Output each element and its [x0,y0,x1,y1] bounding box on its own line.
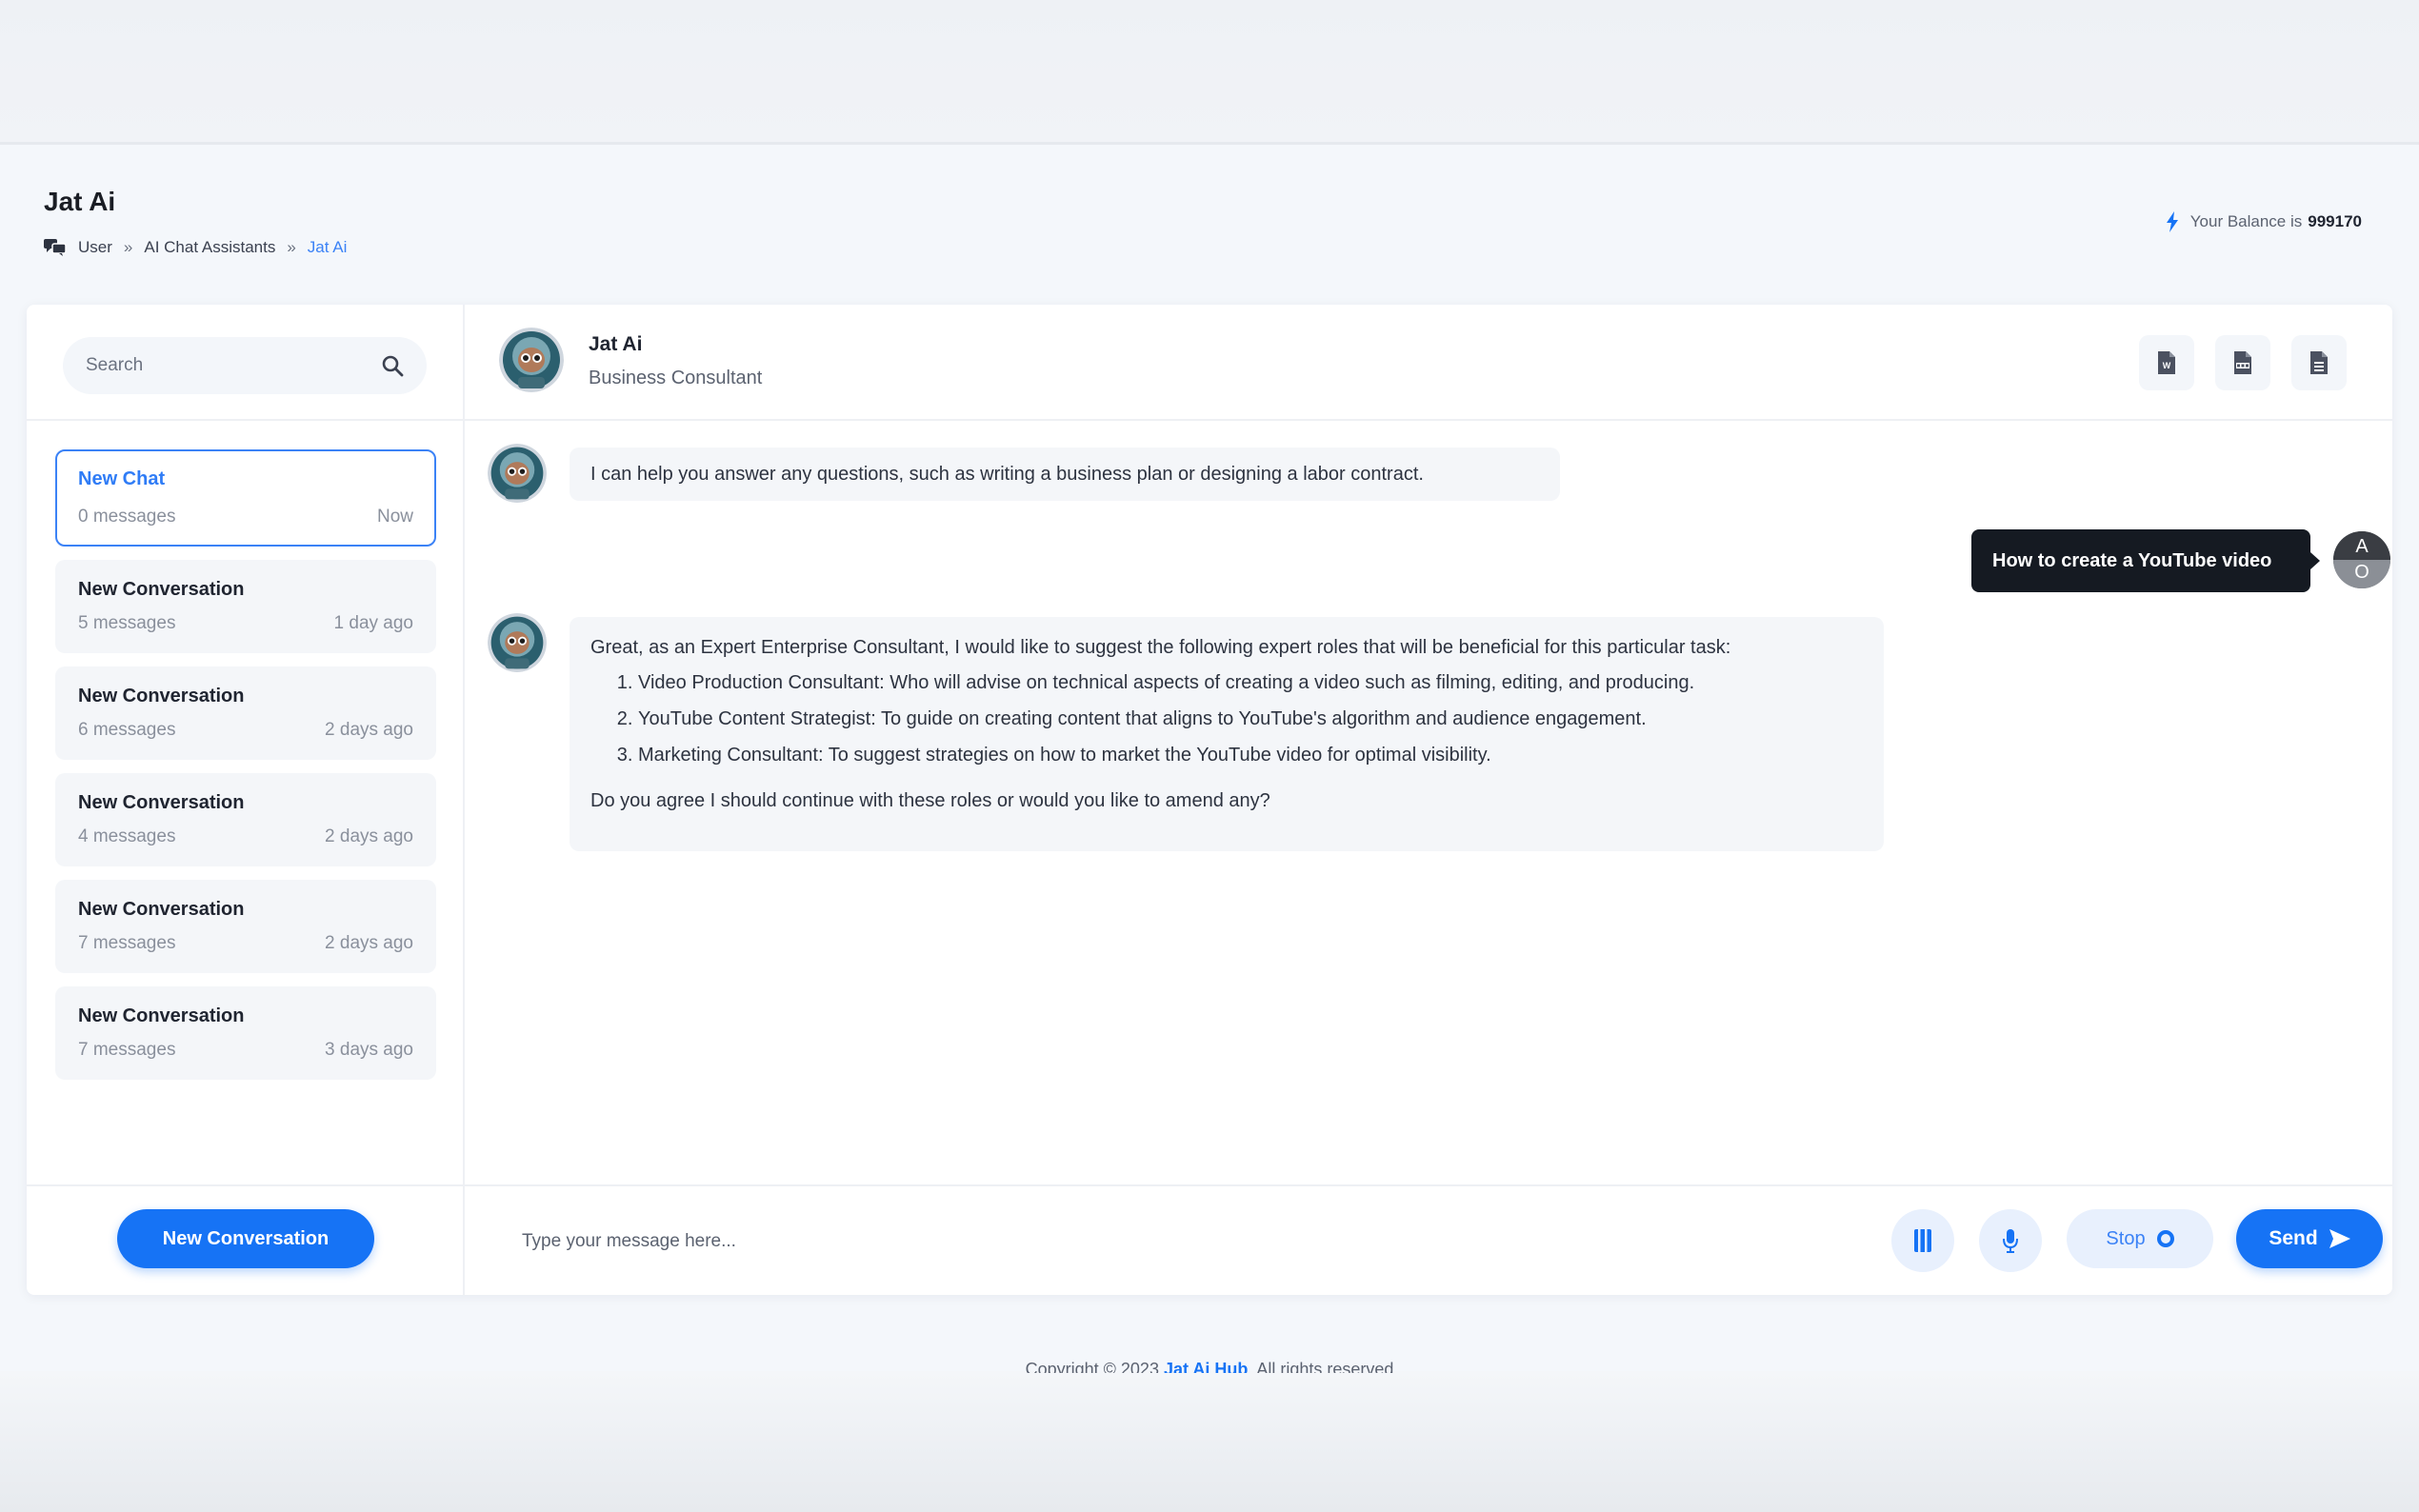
conversation-count: 7 messages [78,1040,176,1060]
breadcrumb-current: Jat Ai [307,238,348,256]
conversation-name: New Conversation [78,686,245,706]
bot-role: Business Consultant [589,368,763,388]
conversation-time: 2 days ago [325,933,413,953]
conversation-count: 0 messages [78,507,176,527]
send-icon [2329,1229,2350,1248]
chat-card: New Chat 0 messages Now New Conversation … [27,305,2392,1295]
stop-button[interactable]: Stop [2067,1209,2213,1268]
chat-bubbles-icon [44,239,67,256]
conversation-count: 7 messages [78,933,176,953]
balance-label: Your Balance is [2189,212,2303,230]
search-input[interactable] [86,355,381,376]
conversation-item[interactable]: New Conversation 6 messages 2 days ago [55,666,436,760]
conversation-name: New Conversation [78,899,245,920]
book-icon [1914,1229,1931,1252]
word-file-icon: W [2158,351,2175,374]
sidebar-divider [27,419,465,421]
top-band [0,0,2419,145]
export-text-button[interactable] [2291,335,2347,390]
message-input[interactable] [522,1215,1760,1268]
role-item: Video Production Consultant: Who will ad… [638,665,1863,701]
pdf-file-icon [2234,351,2251,374]
bot-message: I can help you answer any questions, suc… [570,448,1560,501]
role-item: YouTube Content Strategist: To guide on … [638,701,1863,737]
conversation-count: 5 messages [78,613,176,633]
conversation-item[interactable]: New Conversation 7 messages 2 days ago [55,880,436,973]
chat-input-bar: Stop Send [465,1184,2392,1295]
conversation-time: 2 days ago [325,720,413,740]
bot-avatar [488,444,547,503]
role-list: Video Production Consultant: Who will ad… [590,665,1863,773]
sidebar-footer: New Conversation [27,1184,465,1295]
conversation-time: Now [376,507,413,527]
stop-label: Stop [2106,1227,2146,1249]
conversation-count: 6 messages [78,720,176,740]
user-message: How to create a YouTube video [1971,529,2320,592]
search-box [63,337,427,394]
chat-panel: Jat Ai Business Consultant W I can help … [465,305,2392,1295]
prompt-library-button[interactable] [1891,1209,1954,1272]
user-avatar: A O [2333,531,2390,588]
bot-avatar [499,328,564,392]
message-area: I can help you answer any questions, suc… [465,421,2392,1183]
page-header: Jat Ai User » AI Chat Assistants » Jat A… [44,187,347,257]
role-item: Marketing Consultant: To suggest strateg… [638,737,1863,773]
stop-circle-icon [2156,1230,2174,1247]
conversation-list: New Chat 0 messages Now New Conversation … [55,449,436,1093]
new-conversation-button[interactable]: New Conversation [117,1209,374,1268]
send-label: Send [2269,1227,2318,1249]
breadcrumb-ai-chat-assistants[interactable]: AI Chat Assistants [144,238,275,257]
conversation-item-new-chat[interactable]: New Chat 0 messages Now [55,449,436,547]
microphone-button[interactable] [1979,1209,2042,1272]
bot-avatar [488,613,547,672]
export-buttons: W [2139,335,2347,390]
conversation-time: 3 days ago [325,1040,413,1060]
chat-header: Jat Ai Business Consultant W [465,305,2392,421]
bot-message-intro: Great, as an Expert Enterprise Consultan… [590,637,1731,658]
footer-brand-link[interactable]: Jat Ai Hub [1164,1360,1248,1373]
footer-copyright: Copyright © 2023 [1025,1360,1159,1373]
text-file-icon [2310,351,2328,374]
breadcrumb-separator: » [123,238,133,256]
footer-suffix: . All rights reserved [1248,1360,1394,1373]
balance: Your Balance is 999170 [2166,211,2362,232]
balance-value: 999170 [2308,212,2362,230]
conversation-item[interactable]: New Conversation 4 messages 2 days ago [55,773,436,866]
conversation-time: 2 days ago [325,826,413,846]
bot-message-text: I can help you answer any questions, suc… [590,463,1424,485]
bot-name: Jat Ai [589,333,643,355]
breadcrumb-user[interactable]: User [78,238,112,257]
microphone-icon [2003,1229,2018,1253]
footer: Copyright © 2023 Jat Ai Hub. All rights … [0,1360,2419,1373]
bottom-band [0,1371,2419,1512]
breadcrumb: User » AI Chat Assistants » Jat Ai [44,238,347,257]
conversation-item[interactable]: New Conversation 7 messages 3 days ago [55,986,436,1080]
conversation-name: New Conversation [78,1005,245,1026]
export-word-button[interactable]: W [2139,335,2194,390]
conversation-name: New Conversation [78,792,245,813]
search-icon[interactable] [381,354,404,377]
conversation-count: 4 messages [78,826,176,846]
breadcrumb-separator: » [287,238,296,256]
export-pdf-button[interactable] [2215,335,2270,390]
page-title: Jat Ai [44,187,116,216]
send-button[interactable]: Send [2236,1209,2383,1268]
sidebar: New Chat 0 messages Now New Conversation … [27,305,465,1295]
user-message-text: How to create a YouTube video [1992,549,2272,571]
conversation-name: New Chat [78,468,166,489]
conversation-time: 1 day ago [333,613,413,633]
bot-message: Great, as an Expert Enterprise Consultan… [570,617,1884,851]
lightning-icon [2166,211,2178,232]
conversation-item[interactable]: New Conversation 5 messages 1 day ago [55,560,436,653]
svg-text:W: W [2163,361,2171,370]
bot-message-outro: Do you agree I should continue with thes… [590,790,1270,811]
conversation-name: New Conversation [78,579,245,600]
